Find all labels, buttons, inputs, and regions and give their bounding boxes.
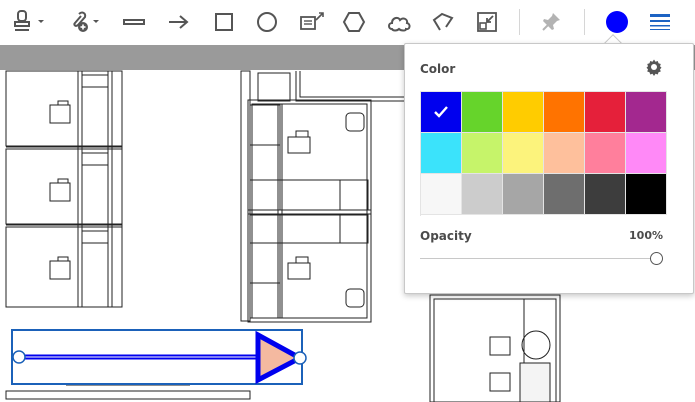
line-icon (123, 19, 145, 25)
opacity-label: Opacity (420, 229, 472, 243)
opacity-slider-track[interactable] (420, 258, 656, 259)
pin-icon (542, 13, 560, 31)
arrow-tool[interactable] (165, 6, 193, 38)
toolbar-separator (584, 9, 585, 35)
rectangle-icon (215, 13, 233, 31)
polygon-tool[interactable] (340, 6, 368, 38)
color-swatch[interactable] (462, 174, 503, 215)
start-handle[interactable] (12, 350, 26, 364)
cloud-icon (388, 16, 411, 32)
rectangle-tool[interactable] (210, 6, 238, 38)
line-weight-tool[interactable] (646, 6, 674, 38)
shrink-icon (477, 12, 497, 32)
hexagon-icon (342, 12, 366, 32)
color-swatch[interactable] (626, 133, 667, 174)
color-swatch[interactable] (462, 133, 503, 174)
opacity-slider-thumb[interactable] (650, 252, 663, 265)
text-callout-icon (300, 12, 324, 30)
color-swatch[interactable] (544, 174, 585, 215)
polygon-line-icon (432, 12, 454, 31)
color-swatch[interactable] (585, 174, 626, 215)
color-picker-tool[interactable] (602, 6, 632, 38)
gear-icon[interactable] (645, 58, 663, 76)
text-callout-tool[interactable] (297, 6, 327, 38)
color-swatch[interactable] (585, 92, 626, 133)
oval-tool[interactable] (253, 6, 281, 38)
color-swatch[interactable] (421, 133, 462, 174)
center-cubicles (240, 70, 406, 323)
line-tool[interactable] (120, 6, 148, 38)
color-swatch-grid (420, 91, 667, 216)
toolbar-separator (519, 9, 520, 35)
arrow-icon (169, 15, 189, 29)
arrow-annotation[interactable] (11, 329, 307, 385)
color-popup: Color Opacity 100% (404, 43, 694, 294)
color-swatch[interactable] (503, 92, 544, 133)
line-weight-icon (650, 14, 670, 30)
opacity-value: 100% (629, 229, 663, 242)
color-swatch[interactable] (626, 92, 667, 133)
color-circle-icon (606, 11, 628, 33)
pin-tool[interactable] (537, 6, 565, 38)
color-heading: Color (420, 62, 456, 76)
annotation-toolbar (0, 0, 695, 45)
color-swatch[interactable] (503, 174, 544, 215)
left-cubicles (5, 70, 123, 308)
oval-icon (257, 12, 277, 32)
polygon-line-tool[interactable] (429, 6, 457, 38)
stamp-tool[interactable] (10, 6, 48, 38)
color-swatch[interactable] (503, 133, 544, 174)
shrink-tool[interactable] (473, 6, 501, 38)
color-swatch[interactable] (585, 133, 626, 174)
color-swatch[interactable] (421, 174, 462, 215)
color-swatch[interactable] (544, 92, 585, 133)
end-handle[interactable] (293, 351, 307, 365)
color-swatch[interactable] (462, 92, 503, 133)
color-swatch[interactable] (544, 133, 585, 174)
paperclip-plus-icon (73, 11, 99, 32)
color-swatch[interactable] (626, 174, 667, 215)
stamp-icon (14, 10, 44, 31)
attach-file-tool[interactable] (64, 6, 102, 38)
cloud-tool[interactable] (384, 6, 414, 38)
color-swatch[interactable] (421, 92, 462, 133)
bottom-lines (5, 384, 251, 400)
right-office (429, 294, 561, 402)
checkmark-icon (434, 106, 448, 118)
